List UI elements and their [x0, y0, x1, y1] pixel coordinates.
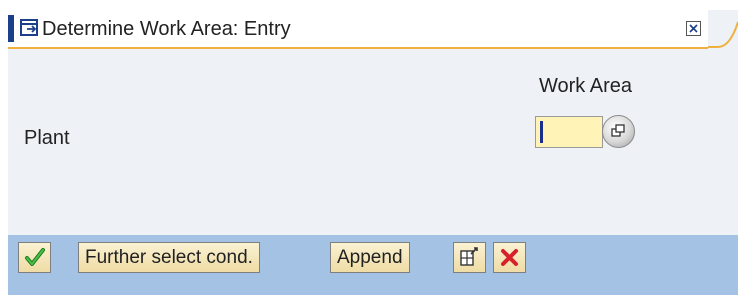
work-area-input[interactable]: [535, 116, 603, 148]
close-button[interactable]: [686, 21, 701, 36]
close-icon: [687, 22, 700, 35]
append-button[interactable]: Append: [330, 242, 410, 273]
text-cursor: [540, 121, 543, 143]
dialog-window-icon: [20, 19, 40, 37]
title-accent-bar: [8, 15, 14, 42]
dialog-title: Determine Work Area: Entry: [42, 18, 291, 40]
value-help-button[interactable]: [602, 115, 635, 148]
cancel-x-icon: [494, 243, 525, 272]
continue-button[interactable]: [18, 242, 51, 273]
plant-label: Plant: [24, 127, 70, 149]
selection-panel: Work Area Plant: [8, 50, 738, 235]
further-select-cond-button[interactable]: Further select cond.: [78, 242, 260, 273]
cancel-button[interactable]: [493, 242, 526, 273]
multiple-selection-button[interactable]: [453, 242, 486, 273]
title-bar-tail: [708, 21, 738, 48]
title-bar: Determine Work Area: Entry: [8, 10, 708, 49]
dialog-window: Determine Work Area: Entry Work Area Pla…: [8, 10, 738, 295]
multiple-selection-icon: [454, 243, 485, 272]
bottom-toolbar: Further select cond. Append: [8, 235, 738, 295]
value-help-icon: [603, 116, 634, 147]
checkmark-icon: [19, 243, 50, 272]
work-area-column-header: Work Area: [539, 75, 632, 97]
